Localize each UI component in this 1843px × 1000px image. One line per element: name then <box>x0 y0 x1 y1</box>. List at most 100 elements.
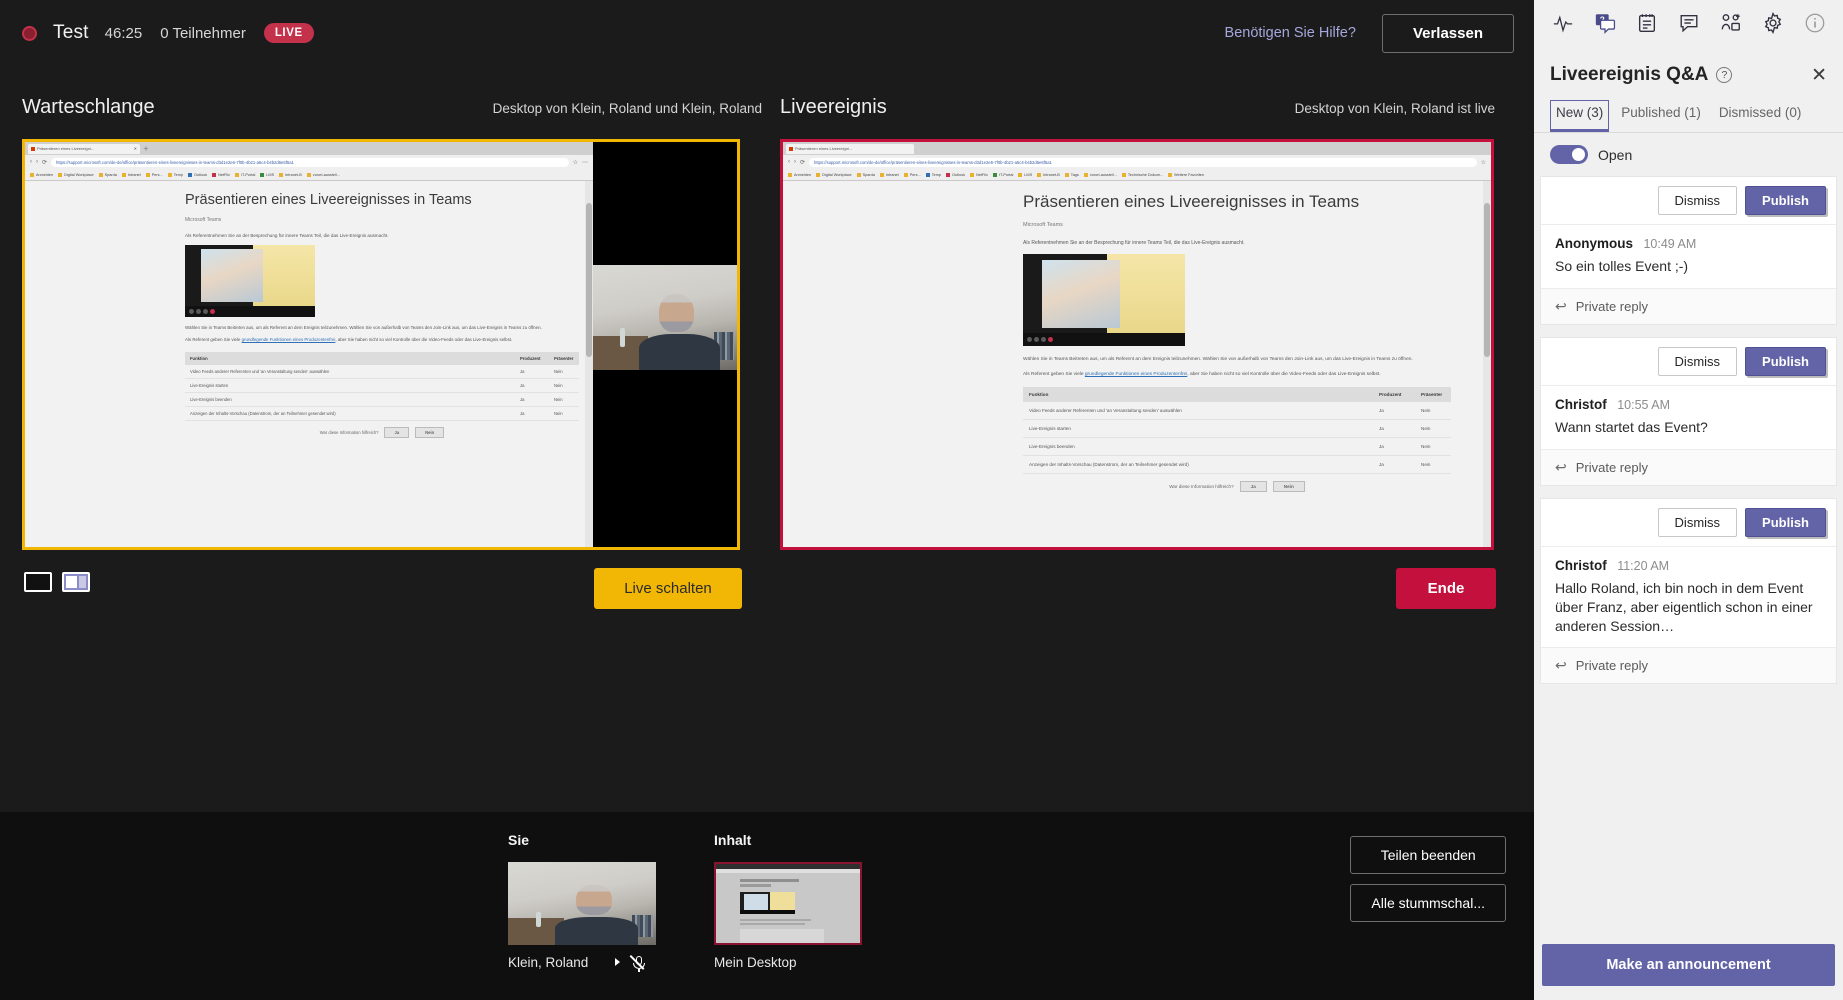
help-circle-icon[interactable]: ? <box>1716 67 1733 83</box>
private-reply-action[interactable]: ↩ Private reply <box>1541 448 1836 485</box>
screenshot-toolbar <box>185 306 315 317</box>
browser-star-icon[interactable]: ☆ <box>573 159 578 166</box>
browser-back-icon[interactable]: ‹ <box>788 159 790 165</box>
bookmark-item[interactable]: Outlook <box>946 172 965 177</box>
bookmark-item[interactable]: IT-Portal <box>234 172 255 177</box>
bookmark-item[interactable]: Temp <box>167 172 183 177</box>
camera-icon[interactable] <box>601 956 619 970</box>
article-inline-link[interactable]: grundlegende Funktionen eines Produzente… <box>1085 372 1187 377</box>
tab-dismissed[interactable]: Dismissed (0) <box>1713 100 1808 132</box>
bookmark-item[interactable]: Sparda <box>856 172 875 177</box>
close-icon[interactable]: ✕ <box>1811 66 1827 85</box>
page-scrollbar[interactable] <box>585 181 593 547</box>
record-dot-icon <box>22 25 37 41</box>
publish-button[interactable]: Publish <box>1745 507 1826 537</box>
bookmark-item[interactable]: NetFlix <box>212 172 230 177</box>
info-icon[interactable] <box>1804 12 1826 34</box>
stop-sharing-button[interactable]: Teilen beenden <box>1350 836 1506 874</box>
browser-star-icon[interactable]: ☆ <box>1481 159 1486 166</box>
end-event-button[interactable]: Ende <box>1396 568 1496 609</box>
dismiss-button[interactable]: Dismiss <box>1657 346 1738 376</box>
bookmark-item[interactable]: Pers... <box>145 172 163 177</box>
feedback-yes-button[interactable]: Ja <box>1239 480 1267 492</box>
leave-button[interactable]: Verlassen <box>1381 13 1514 53</box>
browser-url-field[interactable]: https://support.microsoft.com/de-de/offi… <box>51 157 569 167</box>
feedback-question: War diese Information hilfreich? <box>1169 483 1234 489</box>
qa-icon[interactable]: ? <box>1594 12 1616 34</box>
bookmark-item[interactable]: LMS <box>260 172 274 177</box>
article-subheading: Microsoft Teams <box>1023 222 1063 229</box>
bookmark-item[interactable]: Anmelden <box>30 172 53 177</box>
publish-button[interactable]: Publish <box>1745 186 1826 215</box>
bookmark-item[interactable]: Weitere Favoriten <box>1168 172 1204 177</box>
browser-menu-icon[interactable]: ⋯ <box>582 159 588 166</box>
bookmark-item[interactable]: Anmelden <box>788 172 811 177</box>
bookmark-item[interactable]: vorort-ausstell... <box>306 172 340 177</box>
browser-tab[interactable]: Präsentieren eines Liveereigni... <box>786 143 914 154</box>
queue-webcam-tile <box>593 265 737 370</box>
bookmark-item[interactable]: Technische Dokum... <box>1121 172 1163 177</box>
add-people-icon[interactable] <box>1720 12 1742 34</box>
page-scrollbar[interactable] <box>1483 181 1491 547</box>
browser-back-icon[interactable]: ‹ <box>30 159 32 165</box>
browser-reload-icon[interactable]: ⟳ <box>800 159 805 166</box>
tab-new[interactable]: New (3) <box>1550 100 1610 132</box>
qa-question-meta: Anonymous 10:49 AM <box>1541 225 1836 255</box>
qa-author: Anonymous <box>1555 236 1634 251</box>
mic-muted-icon[interactable] <box>630 954 650 972</box>
private-reply-action[interactable]: ↩ Private reply <box>1541 647 1836 684</box>
browser-tab[interactable]: Präsentieren eines Liveereigni... ✕ <box>28 143 140 154</box>
bookmark-item[interactable]: Sparda <box>98 172 117 177</box>
bookmark-item[interactable]: Intranet <box>879 172 899 177</box>
feedback-no-button[interactable]: Nein <box>415 426 445 438</box>
article-screenshot <box>1023 254 1185 347</box>
content-thumb-preview <box>716 864 860 943</box>
bookmark-item[interactable]: vorort-ausstell... <box>1083 172 1117 177</box>
dismiss-button[interactable]: Dismiss <box>1657 507 1738 537</box>
screenshot-toolbar <box>1023 333 1185 347</box>
bookmark-item[interactable]: LMS <box>1018 172 1032 177</box>
bookmark-item[interactable]: Tags <box>1064 172 1079 177</box>
mute-all-button[interactable]: Alle stummschal... <box>1350 884 1506 922</box>
chat-icon[interactable] <box>1678 12 1700 34</box>
bookmark-item[interactable]: NetFlix <box>970 172 988 177</box>
feedback-yes-button[interactable]: Ja <box>384 426 410 438</box>
bookmark-item[interactable]: IT-Portal <box>992 172 1013 177</box>
tab-published[interactable]: Published (1) <box>1615 100 1707 132</box>
settings-gear-icon[interactable] <box>1762 12 1784 34</box>
qa-timestamp: 10:49 AM <box>1643 237 1697 251</box>
layout-single-icon[interactable] <box>24 572 52 592</box>
article-inline-link[interactable]: grundlegende Funktionen eines Produzente… <box>242 337 336 342</box>
make-announcement-button[interactable]: Make an announcement <box>1542 944 1835 986</box>
live-video-stage[interactable]: Präsentieren eines Liveereigni... ‹ › ⟳ … <box>780 139 1494 550</box>
tray-content-thumbnail[interactable] <box>714 862 862 945</box>
health-pulse-icon[interactable] <box>1552 12 1574 34</box>
bookmark-item[interactable]: Intranet-B <box>279 172 302 177</box>
browser-forward-icon[interactable]: › <box>36 159 38 165</box>
queue-video-stage[interactable]: Präsentieren eines Liveereigni... ✕ ＋ ‹ … <box>22 139 740 550</box>
bookmark-item[interactable]: Temp <box>925 172 941 177</box>
table-row: Live-Ereignis starten Ja Nein <box>1023 419 1451 438</box>
bookmark-item[interactable]: Intranet <box>121 172 141 177</box>
browser-forward-icon[interactable]: › <box>794 159 796 165</box>
live-browser-tab-strip: Präsentieren eines Liveereigni... <box>783 142 1491 155</box>
notes-icon[interactable] <box>1636 12 1658 34</box>
browser-reload-icon[interactable]: ⟳ <box>42 159 47 166</box>
tray-you-thumbnail[interactable] <box>508 862 656 945</box>
bookmark-item[interactable]: Digital Workplace <box>58 172 94 177</box>
qa-open-toggle[interactable] <box>1550 145 1588 164</box>
panel-icon-bar: ? <box>1534 0 1843 46</box>
publish-button[interactable]: Publish <box>1745 346 1826 376</box>
queue-source-label: Desktop von Klein, Roland und Klein, Rol… <box>492 101 762 116</box>
dismiss-button[interactable]: Dismiss <box>1657 186 1738 215</box>
private-reply-action[interactable]: ↩ Private reply <box>1541 287 1836 324</box>
layout-split-icon[interactable] <box>62 572 90 592</box>
bookmark-item[interactable]: Outlook <box>188 172 207 177</box>
bookmark-item[interactable]: Digital Workplace <box>816 172 852 177</box>
feedback-no-button[interactable]: Nein <box>1272 480 1305 492</box>
need-help-link[interactable]: Benötigen Sie Hilfe? <box>1225 25 1356 41</box>
browser-url-field[interactable]: https://support.microsoft.com/de-de/offi… <box>809 157 1477 167</box>
go-live-button[interactable]: Live schalten <box>594 568 742 609</box>
bookmark-item[interactable]: Pers... <box>903 172 921 177</box>
bookmark-item[interactable]: Intranet-B <box>1037 172 1060 177</box>
